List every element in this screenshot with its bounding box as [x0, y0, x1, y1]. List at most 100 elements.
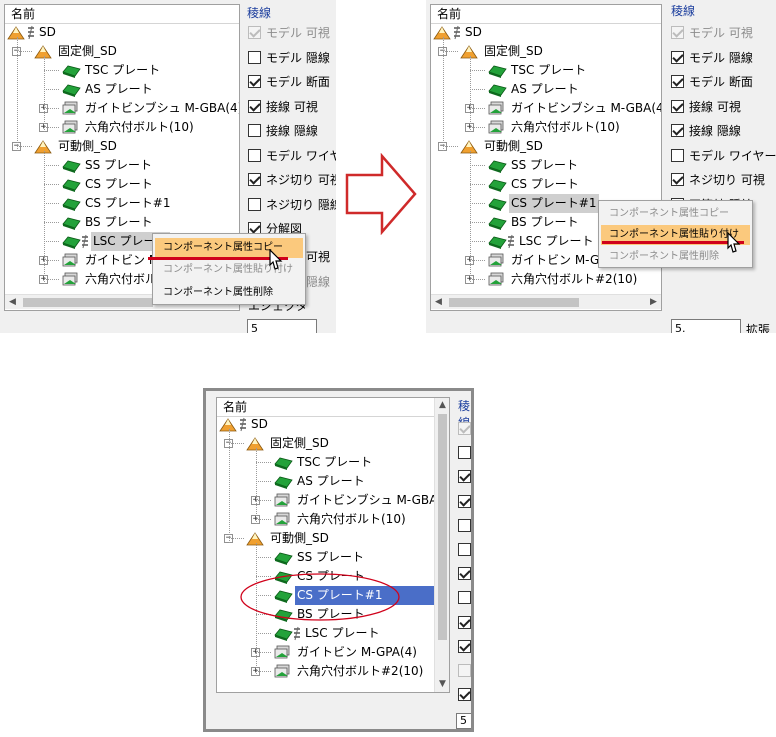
- value-input[interactable]: 5: [247, 319, 317, 333]
- checkbox[interactable]: [671, 26, 684, 39]
- tree-node-sd[interactable]: SD: [217, 415, 449, 434]
- tree-node-hex-bolt[interactable]: + 六角穴付ボルト(10): [5, 118, 239, 137]
- checkbox[interactable]: [671, 99, 684, 113]
- edge-option-row[interactable]: モデル 隠線: [248, 49, 330, 67]
- tree-node-sd[interactable]: SD: [5, 23, 239, 42]
- edge-option-row[interactable]: 接線 隠線: [248, 122, 318, 140]
- checkbox[interactable]: [458, 422, 471, 435]
- scroll-thumb[interactable]: [449, 298, 579, 307]
- edge-option-row[interactable]: 隠線: [306, 273, 330, 291]
- scroll-right-icon[interactable]: ▶: [646, 295, 661, 310]
- tree-node-tsc-plate[interactable]: TSC プレート: [217, 453, 449, 472]
- edge-option-row[interactable]: 接線: [458, 517, 471, 535]
- scroll-up-icon[interactable]: ▲: [435, 398, 449, 413]
- edge-option-row[interactable]: ネジ: [458, 565, 471, 583]
- checkbox[interactable]: [458, 470, 471, 484]
- tree-node-ss-plate[interactable]: SS プレート: [5, 156, 239, 175]
- checkbox[interactable]: [248, 173, 261, 186]
- edge-option-row[interactable]: モデル 断面: [248, 73, 330, 91]
- tree-node-fixed-sd[interactable]: − 固定側_SD: [5, 42, 239, 61]
- edge-option-row[interactable]: モデル ワイヤーフレーム: [671, 147, 776, 165]
- edge-option-row[interactable]: モデ: [458, 468, 471, 486]
- edge-option-row[interactable]: 可視: [306, 248, 330, 266]
- edge-option-row[interactable]: 接線: [458, 493, 471, 511]
- checkbox[interactable]: [248, 148, 261, 162]
- checkbox[interactable]: [248, 75, 261, 88]
- checkbox[interactable]: [458, 688, 471, 702]
- tree-node-lsc-plate[interactable]: LSC プレート: [217, 624, 449, 643]
- checkbox[interactable]: [671, 148, 684, 162]
- tree-node-fixed-sd[interactable]: − 固定側_SD: [217, 434, 449, 453]
- edge-option-row[interactable]: 接線 可視: [248, 98, 318, 116]
- tree-node-ss-plate[interactable]: SS プレート: [217, 548, 449, 567]
- tree-node-guide-bush[interactable]: + ガイトビンブシュ M-GBA(4): [431, 99, 661, 118]
- edge-option-row[interactable]: 分解: [458, 614, 471, 632]
- checkbox[interactable]: [248, 197, 261, 211]
- edge-option-row[interactable]: モデル 断面: [671, 73, 753, 91]
- tree-node-hex-bolt-2[interactable]: + 六角穴付ボルト#2(10): [431, 270, 661, 289]
- edge-option-row[interactable]: モデ: [458, 541, 471, 559]
- tree-node-fixed-sd[interactable]: − 固定側_SD: [431, 42, 661, 61]
- tree-node-cs-plate-1[interactable]: CS プレート#1: [5, 194, 239, 213]
- scroll-left-icon[interactable]: ◀: [5, 295, 20, 310]
- edge-option-row[interactable]: 接線 隠線: [671, 122, 741, 140]
- tree-node-ss-plate[interactable]: SS プレート: [431, 156, 661, 175]
- edge-option-row[interactable]: モデル 可視: [248, 24, 330, 42]
- menu-copy-attributes[interactable]: コンポーネント属性コピー: [601, 204, 750, 224]
- edge-option-row[interactable]: 接線 可視: [671, 98, 741, 116]
- edge-option-row[interactable]: 円筒: [458, 662, 471, 680]
- checkbox[interactable]: [671, 173, 684, 186]
- tree-node-moving-sd[interactable]: − 可動側_SD: [431, 137, 661, 156]
- checkbox[interactable]: [458, 664, 471, 677]
- scroll-left-icon[interactable]: ◀: [431, 295, 446, 310]
- scroll-thumb[interactable]: [438, 414, 447, 640]
- tree-node-moving-sd[interactable]: − 可動側_SD: [217, 529, 449, 548]
- checkbox[interactable]: [671, 50, 684, 64]
- checkbox[interactable]: [458, 518, 471, 532]
- edge-option-row[interactable]: ネジ切り 可視: [671, 171, 765, 189]
- checkbox[interactable]: [248, 26, 261, 39]
- horizontal-scrollbar[interactable]: ◀ ▶: [431, 294, 661, 309]
- tree-node-cs-plate[interactable]: CS プレート: [5, 175, 239, 194]
- checkbox[interactable]: [248, 50, 261, 64]
- edge-option-row[interactable]: エジ: [458, 686, 471, 704]
- edge-option-row[interactable]: ネジ: [458, 589, 471, 607]
- checkbox[interactable]: [458, 543, 471, 556]
- checkbox[interactable]: [671, 75, 684, 88]
- edge-option-row[interactable]: ネジ切り 可視: [248, 171, 336, 189]
- edge-option-row[interactable]: モデ: [458, 444, 471, 462]
- edge-option-row[interactable]: モデル ワイヤーフ: [248, 147, 336, 165]
- menu-delete-attributes[interactable]: コンポーネント属性削除: [155, 283, 303, 303]
- tree-node-guide-pin[interactable]: + ガイトビン M-GPA(4): [217, 643, 449, 662]
- checkbox[interactable]: [458, 639, 471, 653]
- vertical-scrollbar[interactable]: ▲ ▼: [434, 398, 449, 692]
- tree-node-tsc-plate[interactable]: TSC プレート: [431, 61, 661, 80]
- checkbox[interactable]: [458, 615, 471, 629]
- scroll-thumb[interactable]: [23, 298, 153, 307]
- tree-node-as-plate[interactable]: AS プレート: [5, 80, 239, 99]
- edge-option-row[interactable]: モデ: [458, 420, 471, 438]
- tree-node-hex-bolt[interactable]: + 六角穴付ボルト(10): [217, 510, 449, 529]
- edge-option-row[interactable]: 円筒: [458, 638, 471, 656]
- checkbox[interactable]: [671, 124, 684, 137]
- tree-node-as-plate[interactable]: AS プレート: [431, 80, 661, 99]
- scroll-down-icon[interactable]: ▼: [435, 677, 449, 692]
- checkbox[interactable]: [248, 99, 261, 113]
- checkbox[interactable]: [458, 567, 471, 581]
- tree-node-moving-sd[interactable]: − 可動側_SD: [5, 137, 239, 156]
- edge-option-row[interactable]: モデル 隠線: [671, 49, 753, 67]
- tree-node-hex-bolt-2[interactable]: + 六角穴付ボルト#2(10): [217, 662, 449, 681]
- tree-node-hex-bolt[interactable]: + 六角穴付ボルト(10): [431, 118, 661, 137]
- component-tree[interactable]: 名前 SD − 固定側_SD TSC プレート AS プレート + ガイトビンブシュ M-G…: [216, 397, 450, 693]
- tree-node-guide-bush[interactable]: + ガイトビンブシュ M-GBA(4): [217, 491, 449, 510]
- tree-node-cs-plate[interactable]: CS プレート: [431, 175, 661, 194]
- checkbox[interactable]: [458, 446, 471, 460]
- edge-option-row[interactable]: モデル 可視: [671, 24, 753, 42]
- checkbox[interactable]: [458, 494, 471, 508]
- checkbox[interactable]: [248, 124, 261, 137]
- value-input[interactable]: 5.: [671, 319, 741, 333]
- tree-node-guide-bush[interactable]: + ガイトビンブシュ M-GBA(4): [5, 99, 239, 118]
- tree-node-sd[interactable]: SD: [431, 23, 661, 42]
- checkbox[interactable]: [458, 591, 471, 605]
- value-input[interactable]: 5: [456, 713, 471, 729]
